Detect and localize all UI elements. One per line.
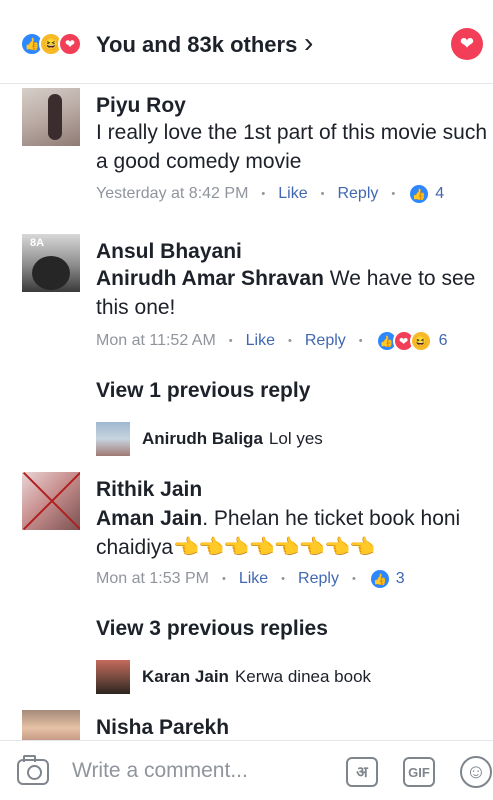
- chevron-right-icon[interactable]: ›: [304, 28, 313, 58]
- reaction-icons: 👍 😆 ❤: [20, 31, 82, 57]
- reply-author[interactable]: Karan Jain: [142, 667, 229, 687]
- separator-dot: •: [281, 573, 286, 585]
- avatar[interactable]: [96, 422, 130, 456]
- comment-meta: Mon at 11:52 AM • Like • Reply • 👍 ❤ 😆 6: [96, 329, 448, 353]
- mention[interactable]: Anirudh Amar Shravan: [96, 267, 324, 290]
- reaction-count: 6: [438, 332, 448, 349]
- comment-text: Aman Jain. Phelan he ticket book honi ch…: [96, 504, 488, 562]
- separator-dot: •: [261, 188, 266, 200]
- separator-dot: •: [221, 573, 226, 585]
- reply-button[interactable]: Reply: [298, 570, 339, 588]
- reaction-summary[interactable]: 👍 ❤ 😆 6: [375, 330, 448, 352]
- comment-author[interactable]: Nisha Parekh: [96, 715, 229, 741]
- comment-author[interactable]: Rithik Jain: [96, 477, 202, 503]
- reply-item: Karan Jain Kerwa dinea book: [96, 660, 371, 694]
- comment-timestamp: Yesterday at 8:42 PM: [96, 185, 249, 202]
- reaction-summary[interactable]: 👍 4: [408, 183, 444, 205]
- avatar[interactable]: [96, 660, 130, 694]
- reaction-summary[interactable]: 👍 3: [368, 568, 405, 590]
- avatar-tag: 8A: [30, 237, 45, 249]
- separator-dot: •: [391, 188, 396, 200]
- reaction-count: 3: [395, 570, 405, 587]
- heart-icon[interactable]: ❤: [451, 28, 483, 60]
- reply-button[interactable]: Reply: [305, 332, 346, 350]
- avatar[interactable]: [22, 88, 80, 146]
- reaction-count: 4: [435, 185, 445, 202]
- hindi-keyboard-icon[interactable]: अ: [346, 757, 378, 787]
- reply-author[interactable]: Anirudh Baliga: [142, 429, 263, 449]
- separator-dot: •: [351, 573, 356, 585]
- comment-input[interactable]: [72, 755, 322, 787]
- comment-author[interactable]: Ansul Bhayani: [96, 239, 242, 265]
- avatar[interactable]: 8A: [22, 234, 80, 292]
- separator-dot: •: [320, 188, 325, 200]
- like-button[interactable]: Like: [246, 332, 275, 350]
- comment-meta: Yesterday at 8:42 PM • Like • Reply • 👍 …: [96, 182, 444, 206]
- comment-author[interactable]: Piyu Roy: [96, 93, 186, 119]
- comment-text: Anirudh Amar Shravan We have to see this…: [96, 264, 488, 322]
- reply-button[interactable]: Reply: [337, 185, 378, 203]
- avatar[interactable]: [22, 472, 80, 530]
- reply-text: Lol yes: [268, 429, 323, 448]
- haha-icon: 😆: [409, 330, 432, 352]
- view-previous-replies[interactable]: View 1 previous reply: [96, 378, 310, 404]
- pointing-emojis: 👈👈👈👈👈👈👈👈: [173, 536, 375, 559]
- like-icon: 👍: [368, 568, 391, 590]
- reply-item: Anirudh Baliga Lol yes: [96, 422, 323, 456]
- reply-text: Kerwa dinea book: [234, 667, 372, 686]
- separator-dot: •: [288, 335, 292, 347]
- gif-button[interactable]: GIF: [403, 757, 435, 787]
- like-button[interactable]: Like: [278, 185, 307, 203]
- comment-meta: Mon at 1:53 PM • Like • Reply • 👍 3: [96, 567, 405, 591]
- comment-timestamp: Mon at 1:53 PM: [96, 570, 209, 587]
- mention[interactable]: Aman Jain: [96, 507, 202, 530]
- avatar[interactable]: [22, 710, 80, 740]
- reactions-summary-bar[interactable]: 👍 😆 ❤ You and 83k others › ❤: [0, 0, 493, 84]
- separator-dot: •: [228, 335, 233, 347]
- reactions-summary-text[interactable]: You and 83k others: [96, 32, 297, 58]
- comment-text: I really love the 1st part of this movie…: [96, 121, 488, 173]
- like-icon: 👍: [408, 183, 431, 205]
- like-button[interactable]: Like: [239, 570, 268, 588]
- love-icon: ❤: [58, 32, 82, 56]
- comment-timestamp: Mon at 11:52 AM: [96, 332, 216, 349]
- view-previous-replies[interactable]: View 3 previous replies: [96, 616, 328, 642]
- smiley-icon[interactable]: ☺: [460, 756, 492, 788]
- camera-icon[interactable]: [17, 755, 49, 785]
- comment-composer: अ GIF ☺: [0, 740, 493, 800]
- separator-dot: •: [358, 335, 363, 347]
